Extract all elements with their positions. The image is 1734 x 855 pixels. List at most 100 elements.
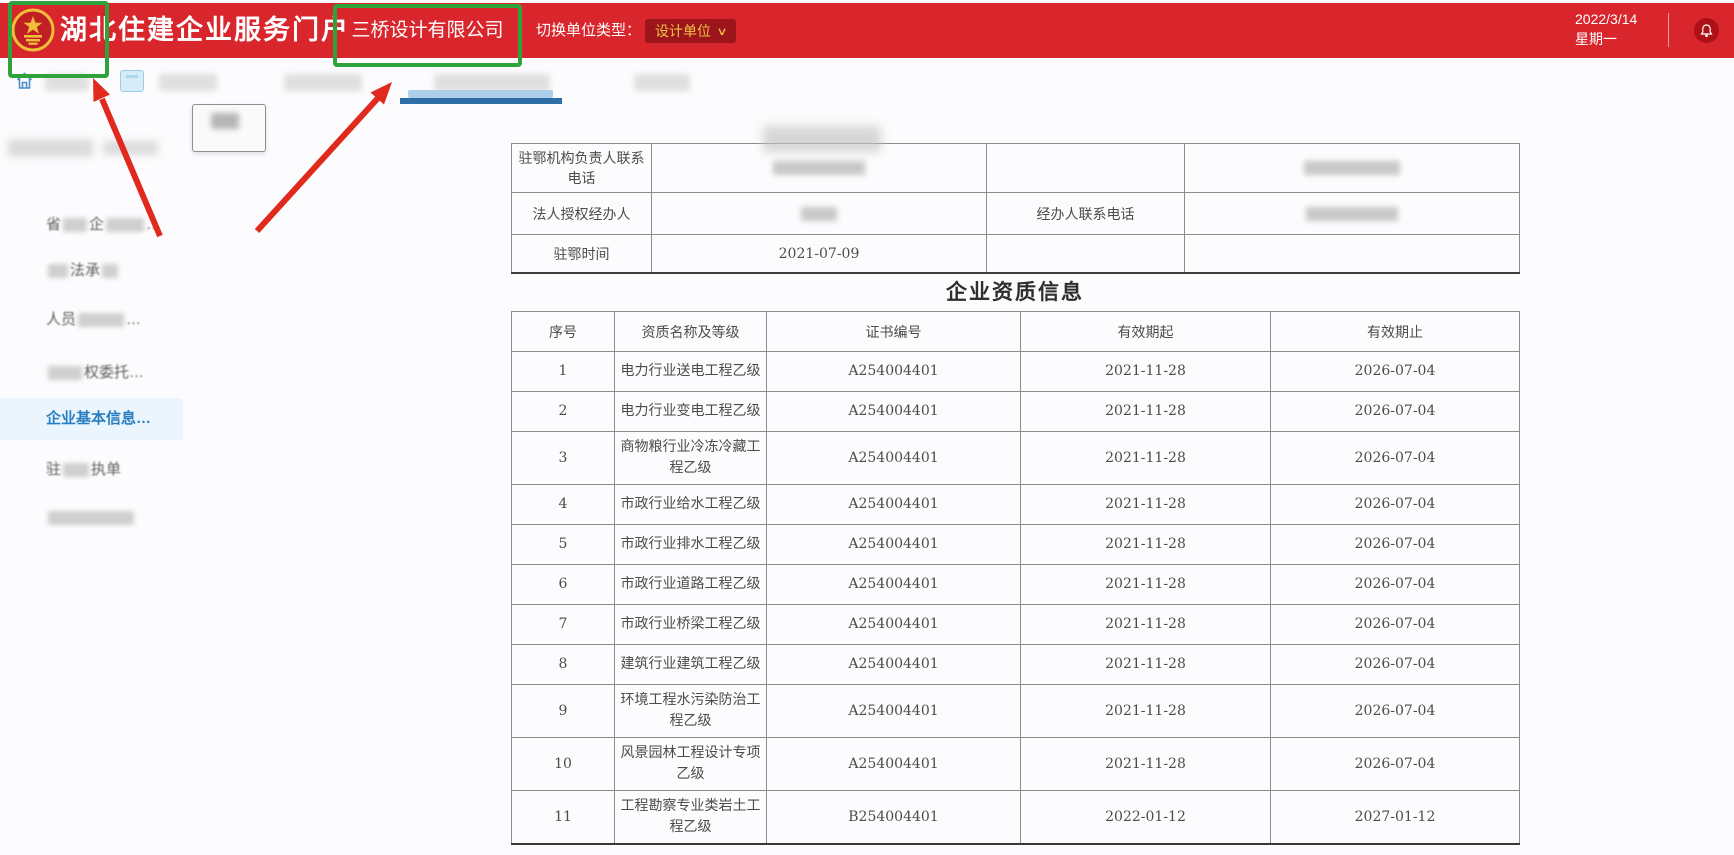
sidebar-item-6[interactable]: 驻执单: [0, 455, 121, 485]
date-text: 2022/3/14: [1575, 9, 1655, 29]
app-header: 湖北住建企业服务门户 三桥设计有限公司 切换单位类型： 设计单位 ∨ 2022/…: [0, 3, 1734, 58]
info-label: 法人授权经办人: [512, 193, 652, 235]
qualification-cell: 4: [512, 485, 615, 525]
bell-icon: [1700, 24, 1713, 38]
redacted-text: [63, 463, 89, 477]
sidebar-item-1[interactable]: 省企…: [0, 210, 161, 240]
sidebar-item-company-basic-info[interactable]: 企业基本信息…: [0, 398, 183, 440]
tab-active[interactable]: [434, 74, 550, 91]
qualification-row: 2电力行业变电工程乙级A2540044012021-11-282026-07-0…: [512, 392, 1520, 432]
qualification-cell: A254004401: [767, 352, 1021, 392]
chevron-down-icon: ∨: [716, 25, 727, 38]
tab-home[interactable]: [45, 74, 89, 91]
redacted-text: [773, 161, 865, 175]
sidebar-item-2[interactable]: 法承: [0, 256, 120, 286]
qualification-cell: 市政行业桥梁工程乙级: [615, 605, 767, 645]
sidebar-item-label: …: [126, 311, 141, 328]
qualification-cell: 商物粮行业冷冻冷藏工程乙级: [615, 432, 767, 485]
info-value2: [1185, 193, 1520, 235]
qualification-cell: 8: [512, 645, 615, 685]
qualification-cell: 2021-11-28: [1021, 525, 1271, 565]
qualification-cell: 7: [512, 605, 615, 645]
qualification-cell: 2: [512, 392, 615, 432]
qualification-cell: 2026-07-04: [1271, 485, 1520, 525]
qualification-cell: 9: [512, 685, 615, 738]
tab-3[interactable]: [284, 74, 362, 91]
qualification-cell: 3: [512, 432, 615, 485]
qualification-cell: 2026-07-04: [1271, 645, 1520, 685]
qualification-cell: A254004401: [767, 525, 1021, 565]
active-tab-underline: [400, 98, 562, 104]
qualification-cell: A254004401: [767, 565, 1021, 605]
info-label: 驻鄂时间: [512, 235, 652, 274]
qualification-cell: A254004401: [767, 605, 1021, 645]
redacted-text: [1304, 161, 1400, 175]
qualification-cell: 市政行业排水工程乙级: [615, 525, 767, 565]
qualification-cell: 电力行业送电工程乙级: [615, 352, 767, 392]
qualification-cell: 2022-01-12: [1021, 791, 1271, 845]
tab-2[interactable]: [159, 74, 217, 91]
info-value2: [1185, 235, 1520, 274]
sidebar-item-label: 法承: [70, 262, 100, 279]
redacted-text: [801, 207, 837, 221]
qualification-row: 8建筑行业建筑工程乙级A2540044012021-11-282026-07-0…: [512, 645, 1520, 685]
info-table-row: 驻鄂机构负责人联系电话: [512, 144, 1520, 193]
qualification-cell: A254004401: [767, 685, 1021, 738]
qualification-cell: 电力行业变电工程乙级: [615, 392, 767, 432]
qualification-cell: A254004401: [767, 485, 1021, 525]
redacted-text: [48, 366, 82, 380]
qualification-row: 7市政行业桥梁工程乙级A2540044012021-11-282026-07-0…: [512, 605, 1520, 645]
qualification-cell: 2021-11-28: [1021, 352, 1271, 392]
qualification-cell: 市政行业给水工程乙级: [615, 485, 767, 525]
home-icon[interactable]: [16, 72, 33, 90]
qualification-cell: A254004401: [767, 738, 1021, 791]
qualification-row: 3商物粮行业冷冻冷藏工程乙级A2540044012021-11-282026-0…: [512, 432, 1520, 485]
qualification-cell: 2021-11-28: [1021, 645, 1271, 685]
sidebar-item-4[interactable]: 权委托…: [0, 358, 144, 388]
page: 湖北住建企业服务门户 三桥设计有限公司 切换单位类型： 设计单位 ∨ 2022/…: [0, 0, 1734, 855]
qualification-cell: 2026-07-04: [1271, 565, 1520, 605]
qualification-cell: 建筑行业建筑工程乙级: [615, 645, 767, 685]
qualification-cell: A254004401: [767, 392, 1021, 432]
notification-bell-button[interactable]: [1694, 18, 1719, 43]
sidebar-item-label: 企: [89, 216, 104, 233]
redacted-text: [63, 218, 87, 232]
qualification-cell: 2027-01-12: [1271, 791, 1520, 845]
qualification-table-header-row: 序号资质名称及等级证书编号有效期起有效期止: [512, 312, 1520, 352]
switch-unit-type-label: 切换单位类型：: [536, 3, 641, 58]
redacted-text: [78, 313, 124, 327]
sidebar-item-3[interactable]: 人员…: [0, 305, 141, 335]
tab-5[interactable]: [634, 74, 690, 91]
redacted-value-cutoff: [763, 126, 881, 152]
info-value: 2021-07-09: [652, 235, 987, 274]
redacted-text: [48, 511, 134, 525]
sidebar-item-label: 权委托…: [84, 364, 144, 381]
qualification-cell: 5: [512, 525, 615, 565]
sidebar-item-label: 驻: [46, 461, 61, 478]
sidebar-item-label: 省: [46, 216, 61, 233]
qualification-row: 11工程勘察专业类岩土工程乙级B2540044012022-01-122027-…: [512, 791, 1520, 845]
qualification-cell: 6: [512, 565, 615, 605]
sidebar-item-label: 企业基本信息…: [46, 410, 151, 427]
panel-icon[interactable]: [120, 70, 144, 92]
qualification-cell: 环境工程水污染防治工程乙级: [615, 685, 767, 738]
qualification-cell: 10: [512, 738, 615, 791]
qualification-cell: 2021-11-28: [1021, 565, 1271, 605]
unit-type-value: 设计单位: [655, 21, 711, 41]
qualification-cell: 风景园林工程设计专项乙级: [615, 738, 767, 791]
open-dropdown-menu[interactable]: [192, 104, 266, 152]
info-label: 驻鄂机构负责人联系电话: [512, 144, 652, 193]
info-value2: [1185, 144, 1520, 193]
qualification-row: 5市政行业排水工程乙级A2540044012021-11-282026-07-0…: [512, 525, 1520, 565]
redacted-text: [48, 264, 68, 278]
unit-type-dropdown-button[interactable]: 设计单位 ∨: [645, 19, 736, 43]
qualification-column-header: 证书编号: [767, 312, 1021, 352]
qualification-cell: 工程勘察专业类岩土工程乙级: [615, 791, 767, 845]
sidebar-item-7[interactable]: [0, 503, 136, 533]
info-table-row: 法人授权经办人经办人联系电话: [512, 193, 1520, 235]
qualification-row: 6市政行业道路工程乙级A2540044012021-11-282026-07-0…: [512, 565, 1520, 605]
redacted-menu-item: [211, 113, 239, 129]
qualification-cell: 2026-07-04: [1271, 525, 1520, 565]
qualification-cell: 市政行业道路工程乙级: [615, 565, 767, 605]
qualification-cell: 2026-07-04: [1271, 605, 1520, 645]
